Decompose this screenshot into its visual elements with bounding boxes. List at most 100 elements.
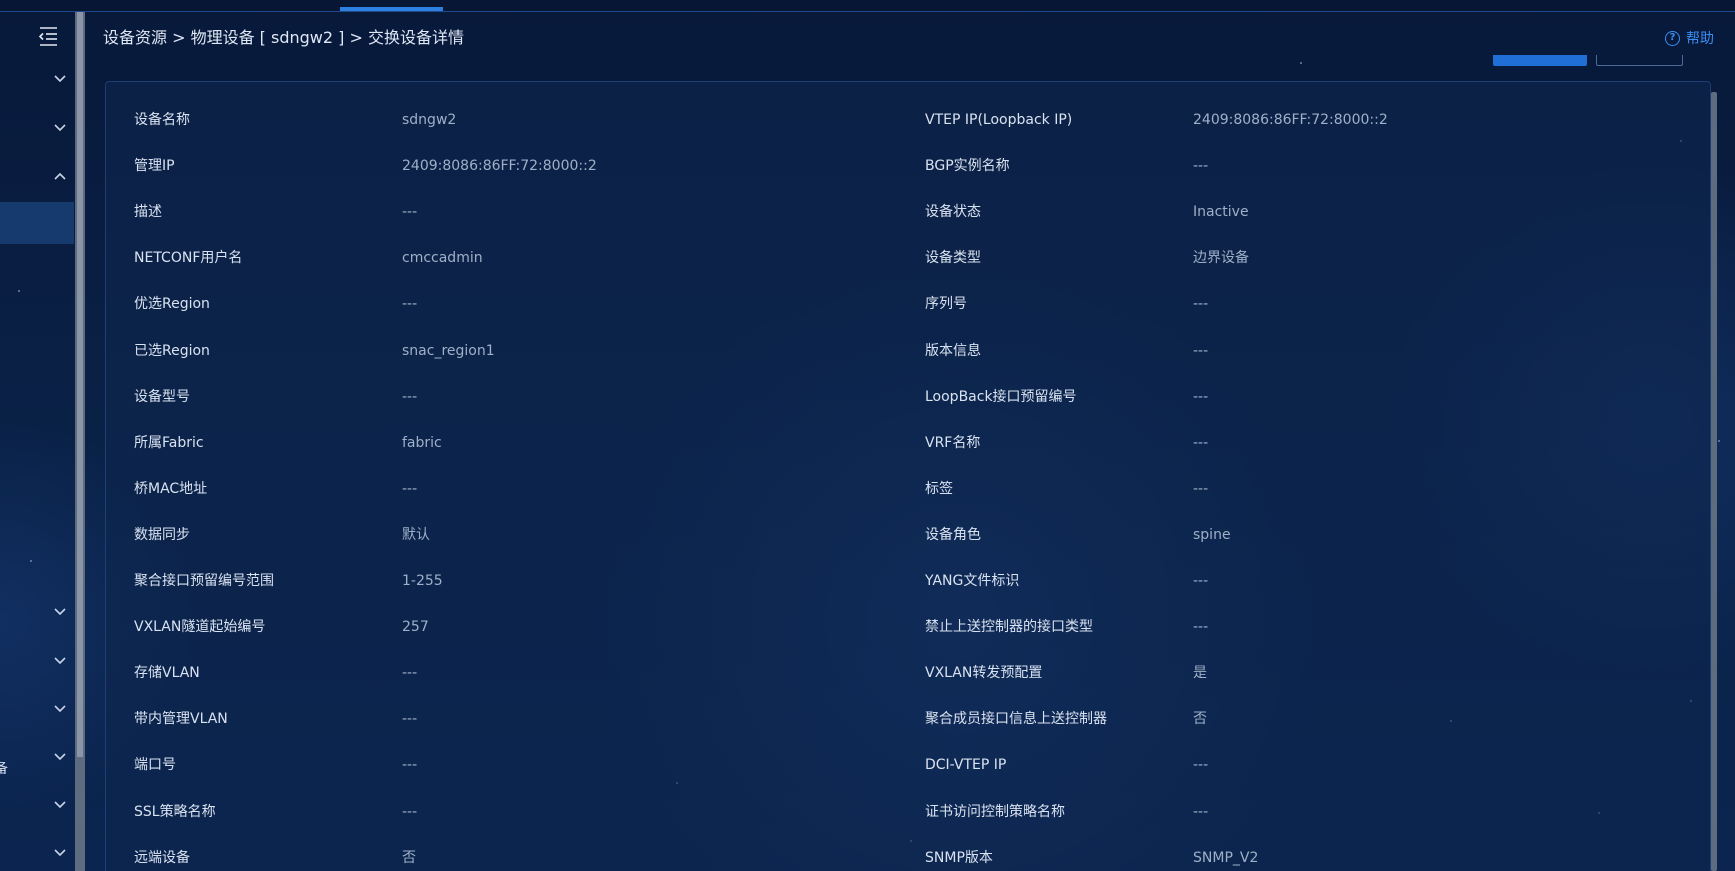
detail-value: --- (402, 296, 418, 313)
detail-label: 聚合成员接口信息上送控制器 (925, 711, 1107, 728)
detail-value: --- (1193, 757, 1209, 774)
detail-row: 桥MAC地址 --- 标签 --- (106, 479, 1712, 525)
detail-value: cmccadmin (402, 250, 483, 267)
detail-value: 257 (402, 619, 429, 636)
detail-label: 已选Region (134, 342, 210, 359)
detail-value: sdngw2 (402, 112, 457, 128)
sidebar-expand-chevron-down-icon[interactable] (52, 748, 68, 764)
detail-label: 聚合接口预留编号范围 (134, 573, 274, 589)
sidebar-expand-chevron-down-icon[interactable] (52, 796, 68, 812)
detail-value: --- (1193, 480, 1209, 497)
detail-value: 2409:8086:86FF:72:8000::2 (402, 158, 597, 175)
detail-label: LoopBack接口预留编号 (925, 388, 1077, 405)
detail-value: --- (1193, 342, 1209, 359)
detail-row: SSL策略名称 --- 证书访问控制策略名称 --- (106, 802, 1712, 848)
breadcrumb[interactable]: 设备资源 > 物理设备 [ sdngw2 ] > 交换设备详情 (103, 24, 464, 48)
detail-label: VXLAN转发预配置 (925, 665, 1043, 682)
detail-label: 设备名称 (134, 112, 190, 128)
detail-label: VTEP IP(Loopback IP) (925, 112, 1073, 128)
detail-row: 优选Region --- 序列号 --- (106, 294, 1712, 340)
detail-row: 描述 --- 设备状态 Inactive (106, 202, 1712, 248)
primary-action-button[interactable] (1493, 55, 1587, 66)
sidebar-expand-chevron-down-icon[interactable] (52, 844, 68, 860)
detail-label: SNMP版本 (925, 849, 993, 866)
detail-label: 所属Fabric (134, 434, 204, 451)
help-icon: ? (1665, 30, 1680, 46)
sidebar-expand-chevron-down-icon[interactable] (52, 700, 68, 716)
detail-row: 存储VLAN --- VXLAN转发预配置 是 (106, 663, 1712, 709)
detail-row: NETCONF用户名 cmccadmin 设备类型 边界设备 (106, 248, 1712, 294)
detail-label: 证书访问控制策略名称 (925, 803, 1065, 820)
sidebar-truncated-label: 备 (0, 761, 8, 777)
detail-value: --- (402, 204, 418, 221)
device-detail-panel: 设备名称 sdngw2 VTEP IP(Loopback IP) 2409:8086:… (105, 81, 1711, 871)
detail-row: 设备型号 --- LoopBack接口预留编号 --- (106, 387, 1712, 433)
detail-row: 远端设备 否 SNMP版本 SNMP_V2 (106, 848, 1712, 871)
detail-label: VXLAN隧道起始编号 (134, 619, 266, 636)
detail-value: --- (1193, 388, 1209, 405)
detail-value: spine (1193, 526, 1231, 543)
sidebar-expand-chevron-down-icon[interactable] (52, 70, 68, 86)
sidebar-expand-chevron-down-icon[interactable] (52, 119, 68, 135)
detail-row: 端口号 --- DCI-VTEP IP --- (106, 755, 1712, 801)
detail-value: --- (402, 480, 418, 497)
detail-label: 序列号 (925, 296, 967, 313)
detail-value: --- (402, 757, 418, 774)
active-tab-indicator[interactable] (340, 7, 443, 11)
detail-label: 设备角色 (925, 526, 981, 543)
sidebar-item-active[interactable] (0, 202, 74, 244)
menu-collapse-icon[interactable] (36, 24, 60, 48)
detail-label: 描述 (134, 204, 162, 221)
detail-label: YANG文件标识 (925, 573, 1020, 589)
detail-label: DCI-VTEP IP (925, 757, 1007, 774)
detail-value: --- (1193, 573, 1209, 589)
detail-label: 端口号 (134, 757, 176, 774)
detail-value: --- (402, 665, 418, 682)
detail-value: 默认 (402, 526, 430, 543)
detail-row: 设备名称 sdngw2 VTEP IP(Loopback IP) 2409:8086:… (106, 110, 1712, 156)
detail-value: 是 (1193, 665, 1207, 682)
help-label: 帮助 (1686, 31, 1714, 47)
detail-row: 所属Fabric fabric VRF名称 --- (106, 433, 1712, 479)
detail-label: SSL策略名称 (134, 803, 216, 820)
detail-row: 已选Region snac_region1 版本信息 --- (106, 341, 1712, 387)
sidebar-scrollbar-thumb[interactable] (77, 12, 83, 757)
sidebar: 备 (0, 12, 74, 871)
detail-value: --- (402, 388, 418, 405)
detail-label: 带内管理VLAN (134, 711, 228, 728)
detail-row: VXLAN隧道起始编号 257 禁止上送控制器的接口类型 --- (106, 617, 1712, 663)
content-scrollbar[interactable] (1711, 92, 1717, 871)
detail-value: Inactive (1193, 204, 1249, 221)
sidebar-expand-chevron-down-icon[interactable] (52, 652, 68, 668)
detail-label: 桥MAC地址 (134, 480, 208, 497)
detail-value: --- (402, 711, 418, 728)
detail-value: SNMP_V2 (1193, 849, 1259, 866)
detail-row: 数据同步 默认 设备角色 spine (106, 525, 1712, 571)
detail-label: 设备型号 (134, 388, 190, 405)
detail-value: --- (1193, 296, 1209, 313)
top-tab-strip (0, 0, 1735, 12)
detail-value: 1-255 (402, 573, 443, 589)
detail-label: 标签 (925, 480, 953, 497)
detail-value: --- (1193, 619, 1209, 636)
detail-label: 设备状态 (925, 204, 981, 221)
detail-value: 边界设备 (1193, 250, 1249, 267)
detail-label: 存储VLAN (134, 665, 200, 682)
detail-row: 管理IP 2409:8086:86FF:72:8000::2 BGP实例名称 --- (106, 156, 1712, 202)
detail-label: NETCONF用户名 (134, 250, 243, 267)
detail-label: 数据同步 (134, 526, 190, 543)
detail-row: 带内管理VLAN --- 聚合成员接口信息上送控制器 否 (106, 709, 1712, 755)
detail-label: 远端设备 (134, 849, 190, 866)
sidebar-collapse-chevron-up-icon[interactable] (52, 169, 68, 185)
secondary-action-button[interactable] (1596, 55, 1683, 66)
detail-value: --- (1193, 803, 1209, 820)
detail-value: 2409:8086:86FF:72:8000::2 (1193, 112, 1388, 128)
detail-label: 优选Region (134, 296, 210, 313)
detail-value: --- (402, 803, 418, 820)
detail-label: 禁止上送控制器的接口类型 (925, 619, 1093, 636)
detail-label: 管理IP (134, 158, 175, 175)
detail-label: BGP实例名称 (925, 158, 1010, 175)
sidebar-expand-chevron-down-icon[interactable] (52, 603, 68, 619)
help-link[interactable]: ? 帮助 (1665, 28, 1714, 48)
detail-value: 否 (1193, 711, 1207, 728)
